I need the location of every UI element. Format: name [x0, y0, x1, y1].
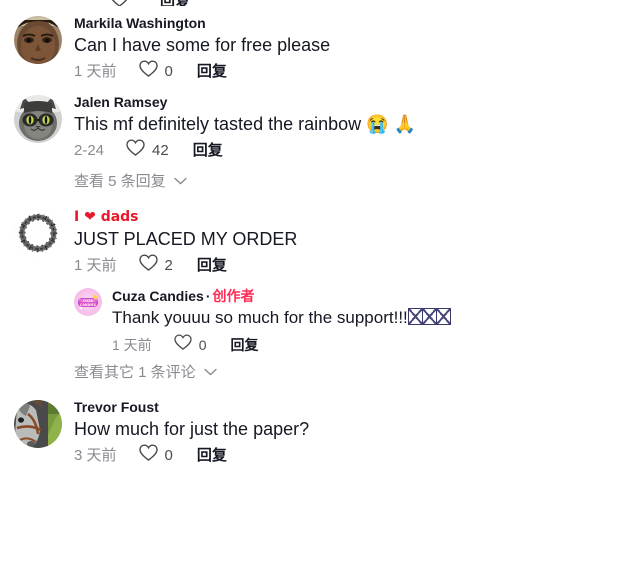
avatar[interactable]: [14, 95, 62, 143]
heart-icon[interactable]: [174, 334, 192, 355]
like-button[interactable]: 0: [138, 444, 173, 467]
timestamp: 1 天前: [112, 336, 152, 353]
like-button[interactable]: 0: [138, 60, 173, 83]
meta-row: 1 天前 0 回复: [112, 334, 622, 355]
meta-row: 3 天前 0 回复: [74, 444, 622, 467]
avatar[interactable]: CUZA CANDIES: [74, 288, 102, 316]
comment-text-content: Thank youuu so much for the support!!!: [112, 308, 408, 327]
comment-text: This mf definitely tasted the rainbow 😭 …: [74, 114, 416, 134]
horse-photo-avatar: [14, 400, 62, 448]
chevron-down-icon[interactable]: [173, 172, 187, 189]
reply-button[interactable]: 回复: [193, 141, 223, 161]
like-button[interactable]: 0: [174, 334, 207, 355]
comment-item[interactable]: I ❤ dads JUST PLACED MY ORDER 1 天前 2 回复: [0, 205, 622, 277]
like-count: 0: [164, 446, 173, 464]
heart-icon[interactable]: [110, 0, 129, 6]
comment-text: How much for just the paper?: [74, 419, 310, 439]
comment-body: I ❤ dads JUST PLACED MY ORDER 1 天前 2 回复: [74, 205, 622, 277]
crown-of-thorns-avatar: [14, 209, 62, 257]
username[interactable]: I ❤ dads: [74, 207, 622, 226]
avatar[interactable]: [14, 400, 62, 448]
meta-row: 回复: [0, 0, 622, 6]
timestamp: 1 天前: [74, 256, 117, 274]
comment-list: Markila Washington Can I have some for f…: [0, 0, 622, 467]
cuza-candies-logo-avatar: CUZA CANDIES: [74, 288, 102, 316]
comment-item[interactable]: Markila Washington Can I have some for f…: [0, 12, 622, 83]
username-text: I ❤ dads: [74, 209, 139, 225]
like-count: 0: [198, 336, 207, 353]
comment-body: Markila Washington Can I have some for f…: [74, 12, 622, 83]
timestamp: 3 天前: [74, 446, 117, 464]
avatar[interactable]: [14, 209, 62, 257]
reply-button[interactable]: 回复: [197, 256, 227, 276]
avatar[interactable]: [14, 16, 62, 64]
timestamp: 1 天前: [74, 62, 117, 80]
reply-button[interactable]: 回复: [197, 62, 227, 82]
view-replies-label: 查看 5 条回复: [74, 173, 166, 190]
comment-body: Jalen Ramsey This mf definitely tasted t…: [74, 91, 622, 162]
username[interactable]: Markila Washington: [74, 14, 622, 32]
partial-comment-row-top: 回复: [0, 0, 622, 6]
username[interactable]: Jalen Ramsey: [74, 93, 622, 111]
reply-button[interactable]: 回复: [160, 0, 190, 6]
comment-text: JUST PLACED MY ORDER: [74, 229, 298, 249]
face-photo-avatar: [14, 16, 62, 64]
comment-reply-item[interactable]: CUZA CANDIES Cuza Candies · 创作者 Thank youu…: [0, 285, 622, 355]
reply-button[interactable]: 回复: [197, 446, 227, 466]
username-text: Cuza Candies: [112, 288, 204, 304]
meta-row: 1 天前 2 回复: [74, 254, 622, 277]
like-count: 42: [152, 141, 169, 159]
view-more-comments-link[interactable]: 查看其它 1 条评论: [0, 361, 622, 382]
svg-text:CANDIES: CANDIES: [80, 303, 96, 307]
like-button[interactable]: [110, 0, 136, 6]
heart-icon[interactable]: [138, 60, 158, 83]
heart-icon[interactable]: [126, 139, 145, 162]
meta-row: 2-24 42 回复: [74, 139, 622, 162]
like-button[interactable]: 2: [138, 254, 173, 277]
heart-icon[interactable]: [138, 444, 158, 467]
timestamp: 2-24: [74, 141, 105, 159]
creator-badge: 创作者: [212, 288, 255, 304]
comment-text: Thank youuu so much for the support!!!: [112, 306, 622, 332]
reply-button[interactable]: 回复: [230, 335, 258, 355]
like-count: 2: [164, 256, 173, 274]
comment-body: Cuza Candies · 创作者 Thank youuu so much for…: [112, 285, 622, 355]
username[interactable]: Trevor Foust: [74, 398, 622, 416]
unsupported-glyph-boxes: [407, 308, 451, 332]
meta-row: 1 天前 0 回复: [74, 60, 622, 83]
heart-icon[interactable]: [138, 254, 158, 277]
chevron-down-icon[interactable]: [203, 363, 217, 380]
comment-item[interactable]: Jalen Ramsey This mf definitely tasted t…: [0, 91, 622, 162]
comment-body: Trevor Foust How much for just the paper…: [74, 396, 622, 467]
like-button[interactable]: 42: [126, 139, 169, 162]
comment-text: Can I have some for free please: [74, 35, 331, 55]
view-more-comments-label: 查看其它 1 条评论: [74, 364, 196, 381]
comment-item[interactable]: Trevor Foust How much for just the paper…: [0, 396, 622, 467]
like-count: 0: [164, 62, 173, 80]
view-replies-link[interactable]: 查看 5 条回复: [0, 170, 622, 191]
username[interactable]: Cuza Candies · 创作者: [112, 287, 622, 305]
cat-with-glasses-avatar: [14, 95, 62, 143]
